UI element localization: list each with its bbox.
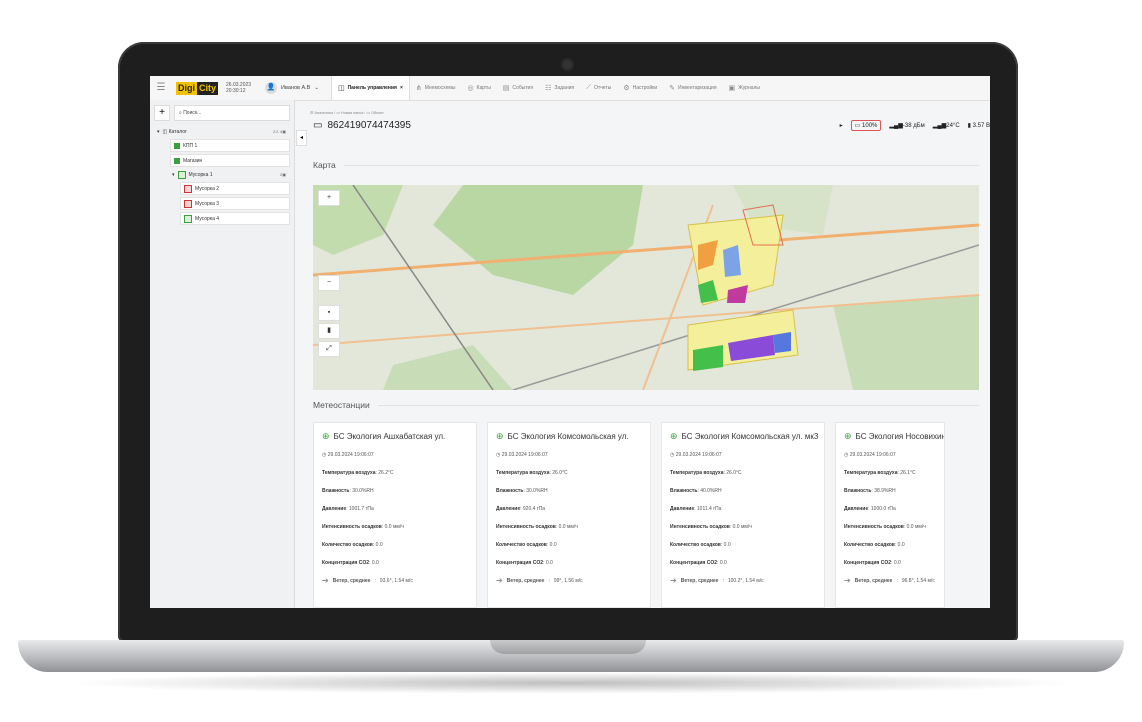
signal-icon: ▂▄▆	[889, 123, 903, 129]
settings-icon: ⚙	[623, 85, 630, 92]
clock-icon: ◷	[844, 452, 849, 458]
battery-icon: ▮	[967, 123, 971, 129]
tab-maps[interactable]: ◎ Карты	[461, 76, 496, 100]
status-badge: 2⚠ 4▣	[273, 129, 286, 134]
inventory-icon: ✎	[669, 85, 675, 92]
globe-icon: ⊕	[670, 431, 678, 441]
device-icon	[177, 170, 186, 179]
camera	[563, 60, 572, 69]
tab-journals[interactable]: ▣ Журналы	[723, 76, 766, 100]
bin-icon	[184, 214, 192, 223]
tasks-icon: ☷	[545, 85, 552, 92]
tree-item[interactable]: ▾ Мусорка 1 2▣	[170, 169, 290, 180]
temperature-status: ▂▄▆24°C	[932, 123, 960, 129]
laptop-notch	[490, 640, 646, 654]
tab-schemes[interactable]: ⋔ Мнемосхемы	[410, 76, 462, 100]
hamburger-icon[interactable]: ☰	[154, 81, 168, 95]
journal-icon: ▣	[728, 85, 736, 92]
play-icon[interactable]: ▸	[840, 122, 843, 129]
bin-icon	[184, 184, 192, 193]
datetime: 26.03.2023 20:30:12	[226, 81, 252, 95]
battery-status: ▭ 100%	[850, 120, 882, 131]
tab-tasks[interactable]: ☷ Задания	[539, 76, 580, 100]
tab-reports[interactable]: ⟋ Отчеты	[580, 76, 617, 100]
tab-events[interactable]: ▤ События	[497, 76, 539, 100]
panel-icon: ◫	[337, 85, 345, 92]
search-input[interactable]: ⌕ Поиск...	[174, 105, 290, 121]
events-icon: ▤	[502, 85, 510, 92]
stations-section-title: Метеостанции	[313, 400, 979, 410]
close-icon[interactable]: ×	[400, 85, 403, 91]
app-screen: ☰ Digi City 26.03.2023 20:30:12 👤 Иванов …	[150, 76, 990, 608]
breadcrumb[interactable]: ☰ Аналитика / ▭ Новая папка / ▭ Объект	[310, 110, 384, 115]
zoom-out-button[interactable]: −	[318, 275, 340, 291]
map-section-title: Карта	[313, 160, 979, 170]
avatar: 👤	[265, 82, 278, 94]
device-icon	[174, 157, 180, 164]
tree-item[interactable]: КПП 1	[170, 139, 290, 152]
stations-list: ⊕ БС Экология Ашхабатская ул. ◷ 29.03.202…	[313, 422, 990, 608]
tab-settings[interactable]: ⚙ Настройки	[617, 76, 663, 100]
arrow-right-icon: ➔	[322, 576, 329, 585]
tab-inventory[interactable]: ✎ Инвентаризация	[663, 76, 722, 100]
signal-icon: ▂▄▆	[932, 123, 947, 129]
map[interactable]: + − ▪ ▮ ⤢	[313, 185, 979, 390]
save-icon[interactable]: ▪	[318, 305, 340, 321]
globe-icon: ⊕	[844, 431, 852, 441]
chevron-down-icon[interactable]: ▾	[172, 172, 175, 178]
add-button[interactable]: +	[154, 105, 170, 121]
user-name: Иванов А.В	[281, 85, 311, 91]
laptop-shadow	[60, 672, 1080, 694]
tree-item[interactable]: Мусорка 2	[180, 182, 290, 195]
tree-item[interactable]: Мусорка 4	[180, 212, 290, 225]
collapse-sidebar-button[interactable]: ◂	[296, 130, 307, 146]
top-bar: ☰ Digi City 26.03.2023 20:30:12 👤 Иванов …	[150, 76, 990, 101]
globe-icon: ⊕	[322, 431, 330, 441]
arrow-right-icon: ➔	[844, 576, 851, 585]
voltage-status: ▮ 3.57 В	[967, 123, 990, 129]
tabs: ◫ Панель управления × ⋔ Мнемосхемы ◎ Карты ▤…	[330, 76, 766, 100]
globe-icon: ⊕	[496, 431, 504, 441]
status-badge: 2▣	[279, 172, 286, 177]
bin-icon	[184, 199, 192, 208]
tree-item[interactable]: Магазин	[170, 154, 290, 167]
device-status: ▸ ▭ 100% ▂▄▆-38 дБм ▂▄▆24°C ▮ 3.57 В	[840, 120, 990, 131]
file-icon[interactable]: ▮	[318, 323, 340, 339]
station-card[interactable]: ⊕ БС Экология Комсомольская ул. мк3 ◷ 29.…	[661, 422, 825, 608]
main-content: ☰ Аналитика / ▭ Новая папка / ▭ Объект ▭…	[310, 100, 990, 608]
clock-icon: ◷	[322, 452, 327, 458]
clock-icon: ◷	[670, 452, 675, 458]
signal-status: ▂▄▆-38 дБм	[889, 123, 925, 129]
zoom-in-button[interactable]: +	[318, 190, 340, 206]
folder-icon: ◫	[162, 128, 168, 135]
user-menu[interactable]: 👤 Иванов А.В ⌄	[265, 82, 319, 94]
station-card[interactable]: ⊕ БС Экология Комсомольская ул. ◷ 29.03.2…	[487, 422, 651, 608]
station-card[interactable]: ⊕БС Экология Носовихинское ◷ 29.03.2024 …	[835, 422, 945, 608]
expand-icon[interactable]: ⤢	[318, 341, 340, 357]
tree-item[interactable]: Мусорка 3	[180, 197, 290, 210]
map-canvas[interactable]	[313, 185, 979, 390]
arrow-right-icon: ➔	[496, 576, 503, 585]
chevron-down-icon: ⌄	[314, 85, 319, 91]
arrow-right-icon: ➔	[670, 576, 677, 585]
sidebar: + ⌕ Поиск... ▾ ◫ Каталог 2⚠ 4▣ КПП 1 Маг…	[150, 100, 295, 608]
reports-icon: ⟋	[586, 84, 592, 91]
map-icon: ◎	[467, 85, 474, 92]
device-icon	[174, 142, 180, 149]
logo: Digi City	[176, 81, 219, 95]
device-title: ▭ 862419074474395	[313, 120, 411, 131]
station-card[interactable]: ⊕ БС Экология Ашхабатская ул. ◷ 29.03.202…	[313, 422, 477, 608]
device-icon: ▭	[313, 120, 323, 131]
chevron-down-icon[interactable]: ▾	[157, 129, 160, 135]
scheme-icon: ⋔	[415, 85, 422, 92]
clock-icon: ◷	[496, 452, 501, 458]
tree-catalog[interactable]: ▾ ◫ Каталог 2⚠ 4▣	[154, 126, 290, 137]
tab-dashboard[interactable]: ◫ Панель управления ×	[330, 76, 410, 100]
device-icon: ▭	[854, 123, 861, 129]
